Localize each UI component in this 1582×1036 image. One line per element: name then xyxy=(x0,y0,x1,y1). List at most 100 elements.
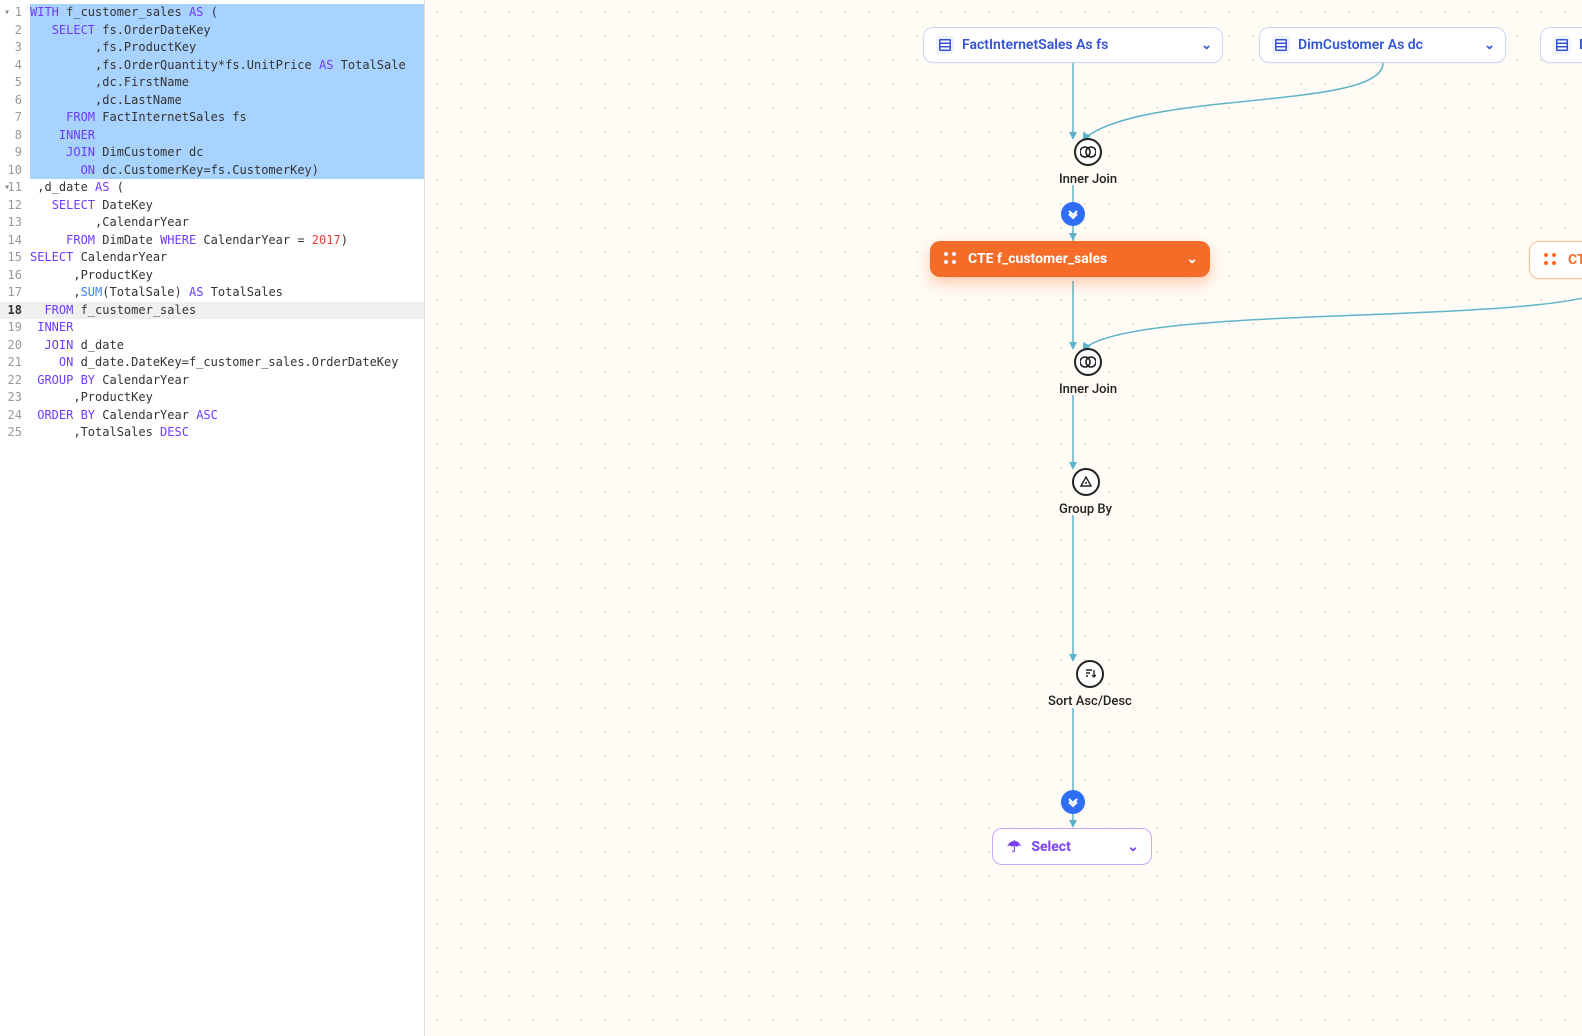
code-content: ,TotalSales DESC xyxy=(30,424,424,442)
code-line[interactable]: 24 ORDER BY CalendarYear ASC xyxy=(0,407,424,425)
code-line[interactable]: 14 FROM DimDate WHERE CalendarYear = 201… xyxy=(0,232,424,250)
chevron-down-icon[interactable]: ⌄ xyxy=(1186,251,1198,267)
table-label: DimCustomer As dc xyxy=(1298,37,1423,53)
chevron-down-icon: ⌄ xyxy=(1127,839,1139,855)
code-line[interactable]: 23 ,ProductKey xyxy=(0,389,424,407)
code-line[interactable]: 19 INNER xyxy=(0,319,424,337)
code-line[interactable]: 21 ON d_date.DateKey=f_customer_sales.Or… xyxy=(0,354,424,372)
code-content: ON d_date.DateKey=f_customer_sales.Order… xyxy=(30,354,424,372)
cte-node-c1[interactable]: CTE f_customer_sales ⌄ xyxy=(930,241,1210,277)
code-line[interactable]: 5 ,dc.FirstName xyxy=(0,74,424,92)
code-line[interactable]: 1▾WITH f_customer_sales AS ( xyxy=(0,4,424,22)
code-line[interactable]: 8 INNER xyxy=(0,127,424,145)
code-line[interactable]: 3 ,fs.ProductKey xyxy=(0,39,424,57)
op-label: Sort Asc/Desc xyxy=(1048,694,1132,709)
code-line[interactable]: 15SELECT CalendarYear xyxy=(0,249,424,267)
code-line[interactable]: 10 ON dc.CustomerKey=fs.CustomerKey) xyxy=(0,162,424,180)
op-label: Inner Join xyxy=(1059,382,1117,397)
op-label: Inner Join xyxy=(1059,172,1117,187)
code-content: JOIN DimCustomer dc xyxy=(30,144,424,162)
code-content: GROUP BY CalendarYear xyxy=(30,372,424,390)
code-line[interactable]: 25 ,TotalSales DESC xyxy=(0,424,424,442)
code-content: FROM FactInternetSales fs xyxy=(30,109,424,127)
code-content: ,ProductKey xyxy=(30,267,424,285)
line-number: 2 xyxy=(0,22,30,40)
code-content: FROM DimDate WHERE CalendarYear = 2017) xyxy=(30,232,424,250)
collapse-dot[interactable] xyxy=(1061,790,1085,814)
line-number: 6 xyxy=(0,92,30,110)
collapse-dot[interactable] xyxy=(1061,202,1085,226)
select-node[interactable]: ☂ Select ⌄ xyxy=(992,828,1152,865)
table-icon xyxy=(1553,36,1571,54)
op-node-o5[interactable]: Sort Asc/Desc xyxy=(1048,660,1132,709)
code-line[interactable]: 9 JOIN DimCustomer dc xyxy=(0,144,424,162)
line-number: 21 xyxy=(0,354,30,372)
line-number: 3 xyxy=(0,39,30,57)
chevron-down-icon[interactable]: ⌄ xyxy=(1201,38,1212,53)
join-icon xyxy=(1074,138,1102,166)
code-line[interactable]: 16 ,ProductKey xyxy=(0,267,424,285)
sort-icon xyxy=(1076,660,1104,688)
code-line[interactable]: 7 FROM FactInternetSales fs xyxy=(0,109,424,127)
table-icon xyxy=(936,36,954,54)
fold-icon[interactable]: ▾ xyxy=(4,4,10,22)
code-line[interactable]: 17 ,SUM(TotalSale) AS TotalSales xyxy=(0,284,424,302)
op-node-o4[interactable]: Group By xyxy=(1059,468,1112,517)
code-content: FROM f_customer_sales xyxy=(30,302,424,320)
table-label: FactInternetSales As fs xyxy=(962,37,1108,53)
grip-icon xyxy=(1544,253,1558,267)
select-icon: ☂ xyxy=(1007,837,1021,856)
op-node-o3[interactable]: Inner Join xyxy=(1059,348,1117,397)
chevron-down-icon xyxy=(1067,208,1079,220)
code-content: ,fs.OrderQuantity*fs.UnitPrice AS TotalS… xyxy=(30,57,424,75)
line-number: 15 xyxy=(0,249,30,267)
chevron-down-icon[interactable]: ⌄ xyxy=(1484,38,1495,53)
line-number: 10 xyxy=(0,162,30,180)
table-node-t2[interactable]: DimCustomer As dc ⌄ xyxy=(1259,27,1506,63)
line-number: 23 xyxy=(0,389,30,407)
code-content: ,SUM(TotalSale) AS TotalSales xyxy=(30,284,424,302)
fold-icon[interactable]: ▾ xyxy=(4,179,10,197)
line-number: 16 xyxy=(0,267,30,285)
code-line[interactable]: 18 FROM f_customer_sales xyxy=(0,302,424,320)
code-content: ON dc.CustomerKey=fs.CustomerKey) xyxy=(30,162,424,180)
code-content: ,dc.LastName xyxy=(30,92,424,110)
code-content: SELECT CalendarYear xyxy=(30,249,424,267)
line-number: 4 xyxy=(0,57,30,75)
code-content: ,dc.FirstName xyxy=(30,74,424,92)
code-line[interactable]: 12 SELECT DateKey xyxy=(0,197,424,215)
chevron-down-icon xyxy=(1067,796,1079,808)
group-icon xyxy=(1072,468,1100,496)
line-number: 18 xyxy=(0,302,30,320)
cte-label: CTE f_customer_sales xyxy=(968,251,1107,267)
line-number: 17 xyxy=(0,284,30,302)
code-line[interactable]: 11▾ ,d_date AS ( xyxy=(0,179,424,197)
code-content: JOIN d_date xyxy=(30,337,424,355)
code-content: INNER xyxy=(30,127,424,145)
code-line[interactable]: 6 ,dc.LastName xyxy=(0,92,424,110)
line-number: 8 xyxy=(0,127,30,145)
code-content: SELECT fs.OrderDateKey xyxy=(30,22,424,40)
code-line[interactable]: 2 SELECT fs.OrderDateKey xyxy=(0,22,424,40)
code-content: ORDER BY CalendarYear ASC xyxy=(30,407,424,425)
code-line[interactable]: 20 JOIN d_date xyxy=(0,337,424,355)
line-number: 13 xyxy=(0,214,30,232)
table-icon xyxy=(1272,36,1290,54)
line-number: 9 xyxy=(0,144,30,162)
code-line[interactable]: 22 GROUP BY CalendarYear xyxy=(0,372,424,390)
line-number: 22 xyxy=(0,372,30,390)
op-node-o1[interactable]: Inner Join xyxy=(1059,138,1117,187)
sql-editor[interactable]: 1▾WITH f_customer_sales AS (2 SELECT fs.… xyxy=(0,0,425,1036)
line-number: 5 xyxy=(0,74,30,92)
table-node-t3[interactable]: DimDate⌄ xyxy=(1540,27,1582,63)
code-content: ,ProductKey xyxy=(30,389,424,407)
grip-icon xyxy=(944,252,958,266)
line-number: 1▾ xyxy=(0,4,30,22)
query-canvas[interactable]: FactInternetSales As fs⌄DimCustomer As d… xyxy=(425,0,1582,1036)
code-content: ,d_date AS ( xyxy=(30,179,424,197)
table-node-t1[interactable]: FactInternetSales As fs ⌄ xyxy=(923,27,1223,63)
code-line[interactable]: 13 ,CalendarYear xyxy=(0,214,424,232)
code-line[interactable]: 4 ,fs.OrderQuantity*fs.UnitPrice AS Tota… xyxy=(0,57,424,75)
join-icon xyxy=(1074,348,1102,376)
cte-node-c2[interactable]: CTE d_date⌄ xyxy=(1529,241,1582,279)
